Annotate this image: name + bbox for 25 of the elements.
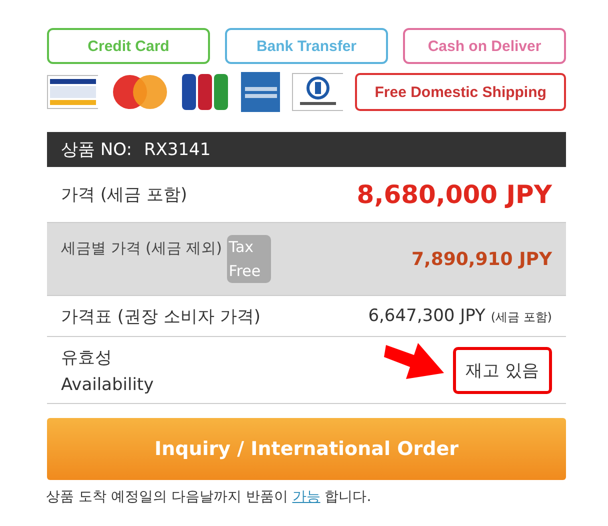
list-price-value: 6,647,300 JPY [368,306,486,326]
payment-method-badge: Cash on Deliver [403,28,566,64]
order-button[interactable]: Inquiry / International Order [47,418,566,480]
tax-free-badge: Tax Free [226,235,271,283]
list-price-label: 가격표 (권장 소비자 가격) [61,306,260,328]
card-logo-icon [47,75,98,109]
shipping-badge: Free Domestic Shipping [355,73,566,111]
tax-note: (세금 포함) [490,310,552,324]
price-label: 가격 (세금 포함) [61,184,188,206]
payment-method-badge: Credit Card [47,28,210,64]
price-value: 8,680,000 JPY [356,180,552,209]
stock-status: 재고 있음 [452,346,552,394]
card-logo-icon [240,72,280,112]
availability-label: Availability [61,374,154,394]
card-logo-icon [110,74,170,110]
product-number-label: 상품 NO: [61,139,132,161]
tax-free-price-label: 세금별 가격 (세금 제외) [61,239,224,257]
card-logo-icon [292,73,344,111]
tax-free-price-value: 7,890,910 JPY [411,248,552,270]
return-policy-text: 상품 도착 예정일의 다음날까지 반품이 가능 합니다. [46,488,372,506]
product-code: RX3141 [144,140,211,160]
payment-method-badge: Bank Transfer [225,28,388,64]
availability-label: 유효성 [61,346,113,368]
return-link[interactable]: 가능 [292,489,320,505]
card-logo-icon [181,73,229,111]
